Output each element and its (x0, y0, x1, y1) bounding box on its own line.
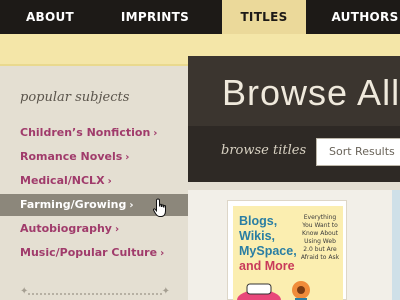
browse-toolbar: browse titles Sort Results (188, 126, 400, 182)
adjacent-panel-edge (392, 190, 400, 300)
sidebar-item-childrens-nonfiction[interactable]: Children’s Nonfiction › (0, 122, 188, 144)
book-illustration (237, 281, 310, 300)
nav-imprints[interactable]: IMPRINTS (104, 0, 206, 34)
sort-results-select[interactable]: Sort Results (316, 138, 400, 166)
page-title: Browse All (222, 72, 400, 113)
top-navigation: ABOUT IMPRINTS TITLES AUTHORS (0, 0, 400, 34)
main-content: Browse All browse titles Sort Results Bl… (188, 56, 400, 300)
chevron-right-icon: › (114, 224, 120, 235)
sidebar-item-label: Music/Popular Culture (20, 246, 158, 259)
book-title-line: MySpace, (239, 244, 297, 258)
sidebar-item-label: Farming/Growing (20, 198, 127, 211)
sidebar-item-label: Medical/NCLX (20, 174, 105, 187)
dotted-rule (28, 293, 162, 295)
hand-pointer-cursor-icon (152, 198, 166, 217)
chevron-right-icon: › (107, 176, 112, 187)
sidebar-item-romance-novels[interactable]: Romance Novels › (0, 146, 188, 168)
book-title-accent: and More (239, 259, 295, 273)
sidebar-item-medical-nclx[interactable]: Medical/NCLX › (0, 170, 188, 192)
browse-header: Browse All (188, 56, 400, 126)
chevron-right-icon: › (129, 200, 134, 211)
book-subtitle: Everything You Want to Know About Using … (300, 214, 340, 261)
divider-ornament-icon: ✦ (20, 286, 29, 297)
divider-ornament-icon: ✦ (161, 286, 170, 297)
sidebar-heading: popular subjects (20, 90, 130, 105)
nav-about[interactable]: ABOUT (14, 0, 86, 34)
sidebar-divider: ✦ ✦ (20, 286, 170, 298)
sidebar-item-music-popular-culture[interactable]: Music/Popular Culture › (0, 242, 188, 264)
sidebar-item-label: Children’s Nonfiction (20, 126, 151, 139)
sidebar-item-label: Romance Novels (20, 150, 123, 163)
browse-titles-label: browse titles (221, 143, 307, 158)
nav-titles[interactable]: TITLES (222, 0, 306, 34)
chevron-right-icon: › (160, 248, 165, 259)
book-title-line: Wikis, (239, 229, 276, 243)
chevron-right-icon: › (125, 152, 130, 163)
book-card[interactable]: Blogs, Wikis, MySpace, and More Everythi… (227, 200, 347, 300)
results-separator (188, 182, 400, 190)
sidebar-item-autobiography[interactable]: Autobiography › (0, 218, 188, 240)
book-cover[interactable]: Blogs, Wikis, MySpace, and More Everythi… (233, 206, 343, 300)
sidebar-item-label: Autobiography (20, 222, 112, 235)
subjects-sidebar: popular subjects Children’s Nonfiction › … (0, 66, 188, 300)
nav-authors[interactable]: AUTHORS (322, 0, 400, 34)
book-title: Blogs, Wikis, MySpace, and More (239, 214, 297, 274)
chevron-right-icon: › (153, 128, 158, 139)
book-title-line: Blogs, (239, 214, 278, 228)
